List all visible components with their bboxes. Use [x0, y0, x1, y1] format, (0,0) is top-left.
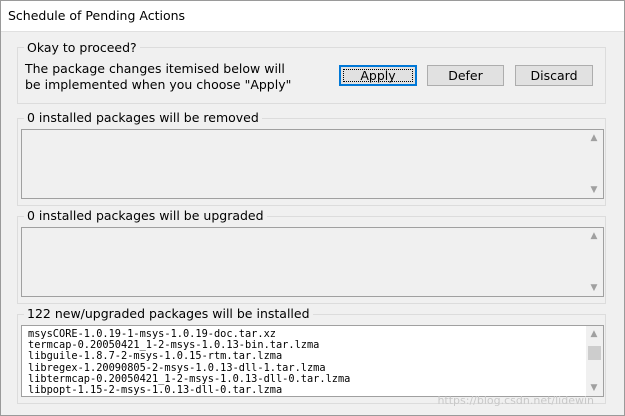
- scroll-down-icon[interactable]: ▼: [590, 384, 598, 393]
- window-title: Schedule of Pending Actions: [8, 8, 186, 23]
- installed-label: 122 new/upgraded packages will be instal…: [24, 306, 313, 321]
- upgraded-listbox[interactable]: ▲ ▼: [21, 227, 604, 297]
- installed-listbox[interactable]: msysCORE-1.0.19-1-msys-1.0.19-doc.tar.xz…: [21, 325, 604, 397]
- confirm-message: The package changes itemised below will …: [25, 61, 292, 92]
- confirm-heading: Okay to proceed?: [24, 40, 140, 55]
- removed-scrollbar[interactable]: ▲ ▼: [586, 130, 603, 198]
- watermark: https://blog.csdn.net/lidewin: [437, 394, 594, 407]
- removed-label: 0 installed packages will be removed: [24, 110, 262, 125]
- defer-button[interactable]: Defer: [427, 65, 504, 86]
- discard-button[interactable]: Discard: [515, 65, 593, 86]
- list-item[interactable]: libguile-1.8.7-2-msys-1.0.15-rtm.tar.lzm…: [28, 351, 350, 362]
- scroll-thumb[interactable]: [588, 346, 601, 360]
- title-bar[interactable]: Schedule of Pending Actions: [1, 1, 624, 32]
- scroll-up-icon[interactable]: ▲: [590, 232, 598, 241]
- apply-button[interactable]: Apply: [339, 65, 417, 86]
- installed-items: msysCORE-1.0.19-1-msys-1.0.19-doc.tar.xz…: [28, 328, 350, 396]
- discard-button-label: Discard: [530, 68, 578, 83]
- upgraded-scrollbar[interactable]: ▲ ▼: [586, 228, 603, 296]
- removed-listbox[interactable]: ▲ ▼: [21, 129, 604, 199]
- pending-actions-window: Schedule of Pending Actions Okay to proc…: [0, 0, 625, 416]
- scroll-down-icon[interactable]: ▼: [590, 284, 598, 293]
- upgraded-label: 0 installed packages will be upgraded: [24, 208, 267, 223]
- installed-scrollbar[interactable]: ▲ ▼: [586, 326, 603, 396]
- focus-rect: [343, 69, 413, 82]
- scroll-up-icon[interactable]: ▲: [590, 134, 598, 143]
- defer-button-label: Defer: [448, 68, 483, 83]
- list-item[interactable]: libpopt-1.15-2-msys-1.0.13-dll-0.tar.lzm…: [28, 384, 350, 396]
- scroll-up-icon[interactable]: ▲: [590, 330, 598, 339]
- scroll-down-icon[interactable]: ▼: [590, 186, 598, 195]
